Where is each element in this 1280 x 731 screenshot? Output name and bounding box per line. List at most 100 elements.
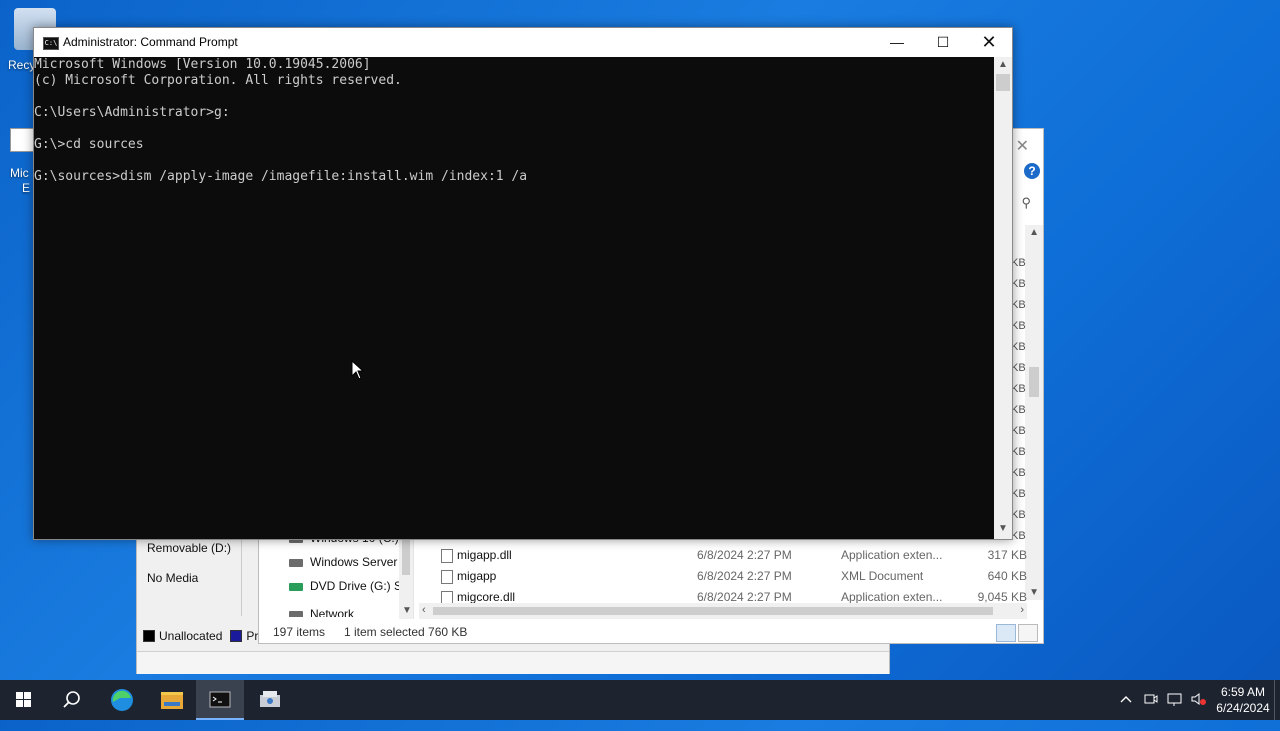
console-output[interactable]: Microsoft Windows [Version 10.0.19045.20… <box>34 57 994 539</box>
size-fragment: KB <box>1011 362 1026 374</box>
nav-item-label: Windows Server <box>310 555 398 569</box>
start-icon[interactable] <box>0 680 48 720</box>
folder-glyph <box>161 692 183 709</box>
selection-info: 1 item selected 760 KB <box>344 625 468 639</box>
console-scrollbar[interactable]: ▲ ▼ <box>994 57 1012 539</box>
edge-icon[interactable] <box>98 680 146 720</box>
close-button[interactable]: ✕ <box>966 28 1012 57</box>
search-icon[interactable] <box>48 680 96 720</box>
size-fragment: KB <box>1011 488 1026 500</box>
removable-disk-label[interactable]: Removable (D:) <box>147 541 231 555</box>
file-type: Application exten... <box>841 548 943 562</box>
clock-date: 6/24/2024 <box>1216 701 1270 715</box>
nav-item-label: Network <box>310 607 355 617</box>
file-type: XML Document <box>841 569 924 583</box>
volume-muted-icon[interactable] <box>1190 691 1208 731</box>
camera-glyph <box>1144 694 1158 704</box>
file-date: 6/8/2024 2:27 PM <box>697 548 792 562</box>
item-count: 197 items <box>273 625 326 639</box>
file-date: 6/8/2024 2:27 PM <box>697 590 792 603</box>
unallocated-swatch <box>143 630 155 642</box>
horizontal-scrollbar[interactable]: ‹ › <box>419 603 1027 619</box>
disk-management-statusbar <box>137 651 889 674</box>
title-bar[interactable]: C:\ Administrator: Command Prompt — ☐ ✕ <box>34 28 1012 57</box>
command-prompt-window[interactable]: C:\ Administrator: Command Prompt — ☐ ✕ … <box>33 27 1013 540</box>
help-icon[interactable]: ? <box>1024 163 1040 179</box>
legend-unallocated: Unallocated <box>159 629 223 643</box>
cmd-app-icon: C:\ <box>43 37 59 50</box>
magnifier-glyph <box>63 691 80 708</box>
desktop-shortcut-label: Mic E <box>10 166 30 196</box>
scroll-down-icon[interactable]: ▼ <box>998 523 1008 534</box>
clock-time: 6:59 AM <box>1220 685 1266 699</box>
nav-item-label: DVD Drive (G:) S: <box>310 579 399 593</box>
dvd-icon <box>289 582 303 591</box>
scroll-up-icon[interactable]: ▲ <box>1029 227 1039 238</box>
scroll-right-icon[interactable]: › <box>1020 604 1024 616</box>
file-name: migapp.dll <box>457 548 512 562</box>
scroll-thumb[interactable] <box>1029 367 1039 397</box>
file-row[interactable]: migapp 6/8/2024 2:27 PM XML Document 640… <box>437 566 1027 587</box>
large-icons-view-icon[interactable] <box>1018 624 1038 642</box>
scroll-left-icon[interactable]: ‹ <box>422 604 426 616</box>
network-icon[interactable] <box>1166 691 1184 731</box>
drive-icon <box>289 558 303 567</box>
navigation-pane: Windows 10 (C:) Windows Server DVD Drive… <box>259 527 414 619</box>
size-fragment: KB <box>1011 320 1026 332</box>
windows-logo <box>16 692 31 707</box>
scroll-down-icon[interactable]: ▼ <box>1029 587 1039 598</box>
size-fragment: KB <box>1011 383 1026 395</box>
nav-item-windows-server[interactable]: Windows Server <box>289 555 399 569</box>
file-size: 640 KB <box>987 569 1027 583</box>
setup-glyph <box>260 691 280 707</box>
minimize-button[interactable]: — <box>874 28 920 57</box>
file-row[interactable]: migapp.dll 6/8/2024 2:27 PM Application … <box>437 545 1027 566</box>
system-clock[interactable]: 6:59 AM 6/24/2024 <box>1213 684 1273 716</box>
details-view-icon[interactable] <box>996 624 1016 642</box>
size-fragment: KB <box>1011 278 1026 290</box>
command-prompt-icon[interactable] <box>196 680 244 720</box>
show-desktop-button[interactable] <box>1274 680 1280 720</box>
size-column-fragment: KB KB KB KB KB KB KB KB KB KB KB KB KB K… <box>1011 253 1027 547</box>
explorer-statusbar: 197 items 1 item selected 760 KB <box>259 621 1043 643</box>
size-fragment: KB <box>1011 299 1026 311</box>
network-icon <box>289 610 303 617</box>
shortcut-image <box>10 128 34 152</box>
file-list-scrollbar[interactable] <box>1025 225 1043 600</box>
desktop-edge-shortcut[interactable]: Mic E <box>10 128 34 195</box>
show-hidden-icons-icon[interactable] <box>1118 691 1134 731</box>
monitor-glyph <box>1167 693 1182 706</box>
primary-swatch <box>230 630 243 642</box>
nav-item-dvd-drive[interactable]: DVD Drive (G:) S: <box>289 579 399 593</box>
nav-scroll-thumb[interactable] <box>402 535 410 575</box>
search-icon[interactable]: ⚲ <box>1021 195 1031 211</box>
size-fragment: KB <box>1011 425 1026 437</box>
file-explorer-icon[interactable] <box>148 680 196 720</box>
size-fragment: KB <box>1011 341 1026 353</box>
size-fragment: KB <box>1011 257 1026 269</box>
nav-item-network[interactable]: Network <box>289 607 399 617</box>
edge-glyph <box>111 689 133 711</box>
xml-file-icon <box>441 570 453 584</box>
hscroll-thumb[interactable] <box>433 607 993 615</box>
file-name: migapp <box>457 569 497 583</box>
size-fragment: KB <box>1011 467 1026 479</box>
nav-scroll-down-icon[interactable]: ▼ <box>402 605 412 616</box>
console-scroll-thumb[interactable] <box>996 74 1010 91</box>
explorer-close-icon[interactable]: ✕ <box>1016 136 1029 156</box>
file-row[interactable]: migcore.dll 6/8/2024 2:27 PM Application… <box>437 587 1027 603</box>
no-media-label: No Media <box>147 571 199 585</box>
file-type: Application exten... <box>841 590 943 603</box>
taskbar: 6:59 AM 6/24/2024 <box>0 680 1280 720</box>
meet-now-icon[interactable] <box>1143 691 1159 731</box>
size-fragment: KB <box>1011 509 1026 521</box>
scroll-up-icon[interactable]: ▲ <box>998 59 1008 70</box>
setup-icon[interactable] <box>246 680 294 720</box>
shortcut-label-line2: E <box>22 181 31 195</box>
mouse-pointer-icon <box>351 360 365 380</box>
dll-file-icon <box>441 549 453 563</box>
maximize-button[interactable]: ☐ <box>920 28 966 57</box>
dll-file-icon <box>441 591 453 603</box>
file-size: 9,045 KB <box>977 590 1027 603</box>
file-name: migcore.dll <box>457 590 516 603</box>
